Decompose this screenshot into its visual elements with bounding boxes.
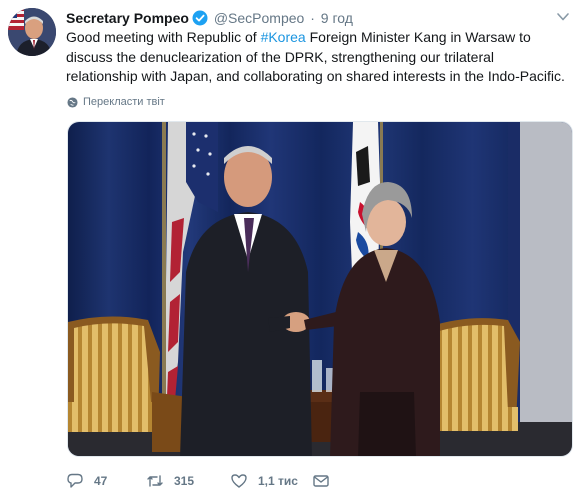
heart-icon: [231, 474, 247, 488]
hashtag-link[interactable]: #Korea: [261, 29, 306, 45]
tweet-actions: 47 315 1,1 тис: [66, 470, 566, 494]
author-handle[interactable]: @SecPompeo: [214, 10, 304, 26]
chevron-down-icon[interactable]: [556, 10, 570, 22]
reply-count: 47: [94, 474, 108, 488]
envelope-icon: [313, 475, 329, 487]
tweet-photo[interactable]: [67, 121, 573, 457]
author-name[interactable]: Secretary Pompeo: [66, 10, 189, 26]
avatar[interactable]: [8, 8, 56, 56]
tweet-text-part: Good meeting with Republic of: [66, 29, 261, 45]
tweet-timestamp[interactable]: 9 год: [321, 10, 353, 26]
translate-tweet-link[interactable]: Перекласти твіт: [67, 95, 165, 109]
reply-icon: [67, 473, 83, 488]
retweet-icon: [147, 475, 163, 487]
tweet: Secretary Pompeo @SecPompeo · 9 год Good…: [0, 0, 582, 501]
like-count: 1,1 тис: [258, 474, 298, 488]
verified-badge-icon: [192, 10, 208, 26]
like-button[interactable]: 1,1 тис: [230, 470, 298, 492]
retweet-button[interactable]: 315: [146, 470, 194, 492]
translate-label: Перекласти твіт: [83, 96, 165, 108]
separator-dot: ·: [310, 10, 315, 26]
tweet-text: Good meeting with Republic of #Korea For…: [66, 28, 566, 87]
globe-icon: [67, 96, 78, 108]
tweet-header: Secretary Pompeo @SecPompeo · 9 год: [66, 9, 353, 27]
dm-button[interactable]: [312, 470, 330, 492]
reply-button[interactable]: 47: [66, 470, 107, 492]
retweet-count: 315: [174, 474, 195, 488]
